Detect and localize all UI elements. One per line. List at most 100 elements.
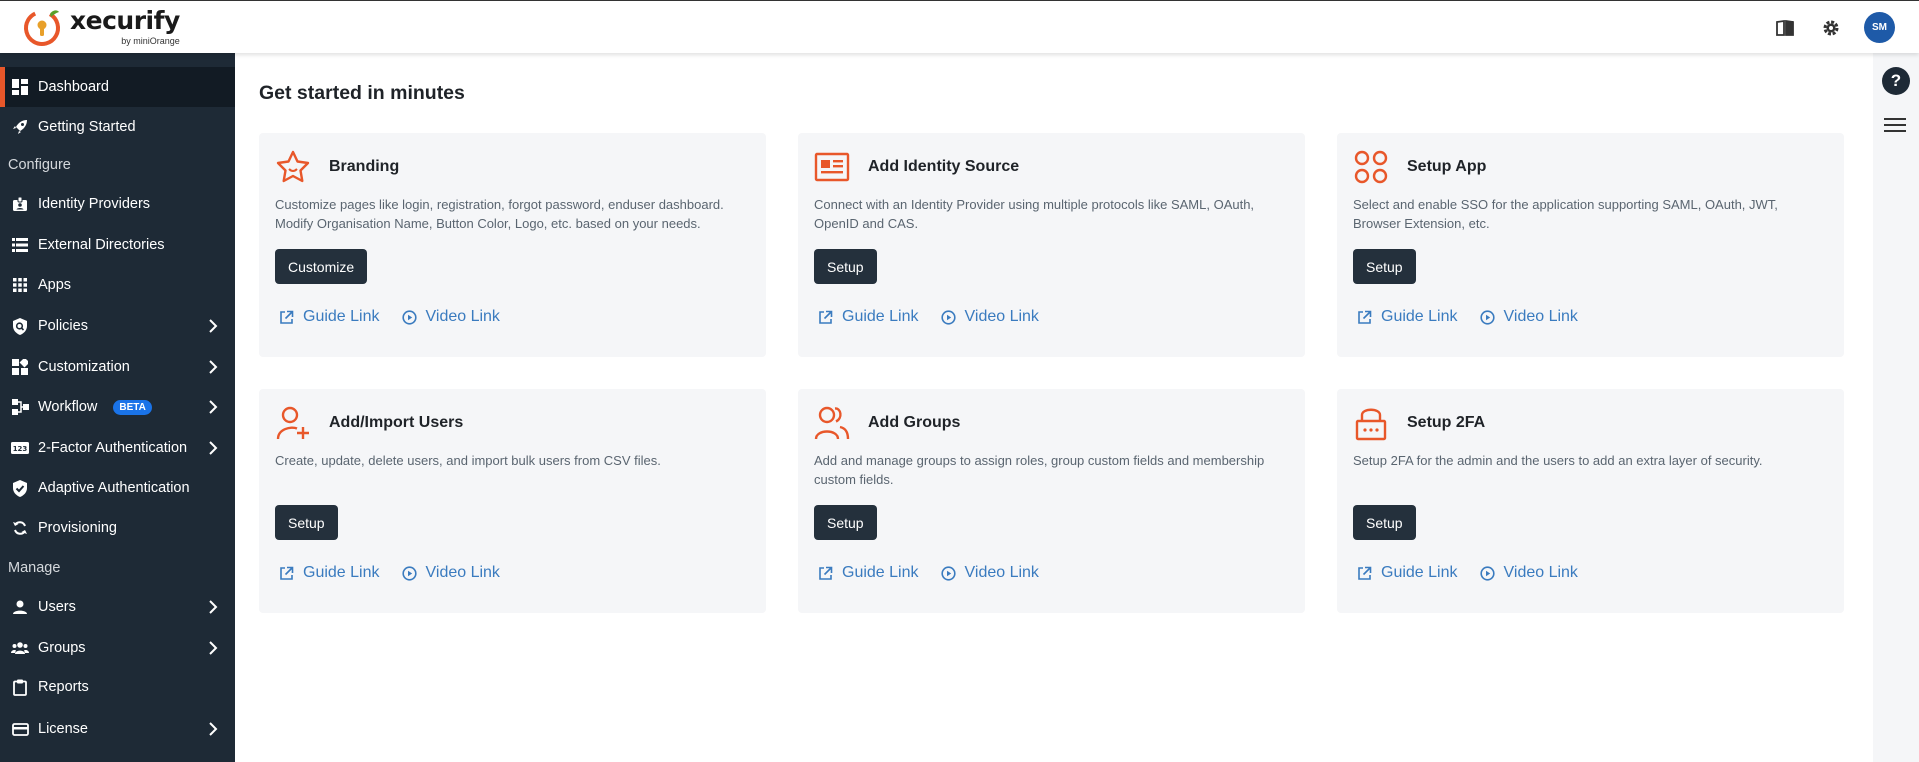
setup-button[interactable]: Setup bbox=[1353, 505, 1416, 540]
sidebar-item-label: Groups bbox=[38, 640, 86, 656]
user-avatar[interactable]: SM bbox=[1864, 12, 1895, 43]
video-link-label: Video Link bbox=[1503, 564, 1578, 581]
book-icon[interactable] bbox=[1772, 15, 1798, 41]
dashboard-icon bbox=[11, 78, 29, 96]
guide-link-label: Guide Link bbox=[1381, 564, 1458, 581]
chevron-right-icon bbox=[209, 400, 218, 414]
card-setup-2fa: Setup 2FA Setup 2FA for the admin and th… bbox=[1337, 389, 1844, 613]
sidebar-item-label: Identity Providers bbox=[38, 196, 151, 212]
play-circle-icon bbox=[401, 309, 417, 325]
help-button[interactable]: ? bbox=[1882, 67, 1910, 95]
section-manage: Manage bbox=[8, 560, 61, 576]
top-bar: xecurify by miniOrange SM bbox=[0, 0, 1919, 53]
id-card-icon bbox=[814, 152, 850, 182]
card-title: Branding bbox=[329, 158, 400, 175]
credit-card-icon bbox=[11, 720, 29, 738]
guide-link-label: Guide Link bbox=[1381, 308, 1458, 325]
xecurify-logo[interactable]: xecurify by miniOrange bbox=[22, 5, 180, 49]
video-link[interactable]: Video Link bbox=[940, 564, 1039, 582]
sidebar-item-label: Reports bbox=[38, 679, 89, 695]
guide-link[interactable]: Guide Link bbox=[1357, 308, 1458, 326]
video-link[interactable]: Video Link bbox=[401, 308, 500, 326]
video-link[interactable]: Video Link bbox=[1479, 308, 1578, 326]
setup-button[interactable]: Setup bbox=[275, 505, 338, 540]
card-description: Setup 2FA for the admin and the users to… bbox=[1353, 453, 1763, 468]
video-link-label: Video Link bbox=[425, 564, 500, 581]
play-circle-icon bbox=[1479, 565, 1495, 581]
guide-link-label: Guide Link bbox=[303, 308, 380, 325]
sidebar-item-2fa[interactable]: 123 2-Factor Authentication bbox=[0, 428, 235, 468]
guide-link-label: Guide Link bbox=[842, 564, 919, 581]
star-icon bbox=[276, 150, 310, 183]
play-circle-icon bbox=[940, 565, 956, 581]
sidebar-item-label: Policies bbox=[38, 318, 88, 334]
chevron-right-icon bbox=[209, 600, 218, 614]
sidebar-item-label: Apps bbox=[38, 277, 72, 293]
svg-text:123: 123 bbox=[13, 445, 28, 453]
card-title: Add Groups bbox=[868, 414, 961, 431]
hamburger-menu-icon[interactable] bbox=[1884, 117, 1906, 133]
id-badge-icon bbox=[11, 195, 29, 213]
guide-link[interactable]: Guide Link bbox=[818, 564, 919, 582]
sidebar-item-policies[interactable]: Policies bbox=[0, 306, 235, 346]
external-link-icon bbox=[819, 566, 833, 580]
sidebar-item-users[interactable]: Users bbox=[0, 587, 235, 627]
card-add-groups: Add Groups Add and manage groups to assi… bbox=[798, 389, 1305, 613]
sidebar-item-apps[interactable]: Apps bbox=[0, 265, 235, 305]
external-link-icon bbox=[819, 310, 833, 324]
setup-button[interactable]: Setup bbox=[1353, 249, 1416, 284]
app-setup-icon bbox=[1354, 150, 1388, 184]
customize-button[interactable]: Customize bbox=[275, 249, 368, 284]
guide-link[interactable]: Guide Link bbox=[1357, 564, 1458, 582]
beta-badge: BETA bbox=[113, 399, 152, 415]
sidebar: Dashboard Getting Started Configure Iden… bbox=[0, 53, 235, 762]
chevron-right-icon bbox=[209, 360, 218, 374]
apps-grid-icon bbox=[11, 276, 29, 294]
card-description: Select and enable SSO for the applicatio… bbox=[1353, 197, 1778, 231]
guide-link[interactable]: Guide Link bbox=[279, 308, 380, 326]
guide-link[interactable]: Guide Link bbox=[818, 308, 919, 326]
video-link-label: Video Link bbox=[1503, 308, 1578, 325]
sidebar-item-reports[interactable]: Reports bbox=[0, 667, 235, 707]
sidebar-item-external-directories[interactable]: External Directories bbox=[0, 225, 235, 265]
card-description: Create, update, delete users, and import… bbox=[275, 453, 661, 468]
right-rail bbox=[1873, 53, 1919, 762]
customization-icon bbox=[11, 358, 29, 376]
sidebar-item-identity-providers[interactable]: Identity Providers bbox=[0, 184, 235, 224]
sidebar-item-groups[interactable]: Groups bbox=[0, 628, 235, 668]
external-link-icon bbox=[1358, 566, 1372, 580]
2fa-icon: 123 bbox=[11, 439, 29, 457]
lock-icon bbox=[1355, 408, 1387, 441]
card-description: Customize pages like login, registration… bbox=[275, 197, 724, 231]
sidebar-item-dashboard[interactable]: Dashboard bbox=[0, 67, 235, 107]
sidebar-item-label: Provisioning bbox=[38, 520, 117, 536]
video-link-label: Video Link bbox=[425, 308, 500, 325]
card-setup-app: Setup App Select and enable SSO for the … bbox=[1337, 133, 1844, 357]
card-description: Add and manage groups to assign roles, g… bbox=[814, 453, 1265, 487]
list-icon bbox=[11, 236, 29, 254]
shield-check-icon bbox=[11, 479, 29, 497]
rocket-icon bbox=[11, 118, 29, 136]
video-link[interactable]: Video Link bbox=[940, 308, 1039, 326]
sidebar-item-label: 2-Factor Authentication bbox=[38, 440, 188, 456]
sidebar-item-label: Workflow bbox=[38, 399, 98, 415]
setup-button[interactable]: Setup bbox=[814, 505, 877, 540]
policy-shield-icon bbox=[11, 317, 29, 335]
guide-link[interactable]: Guide Link bbox=[279, 564, 380, 582]
page-title: Get started in minutes bbox=[259, 82, 465, 104]
card-title: Add Identity Source bbox=[868, 158, 1020, 175]
guide-link-label: Guide Link bbox=[303, 564, 380, 581]
sidebar-item-getting-started[interactable]: Getting Started bbox=[0, 107, 235, 147]
sidebar-item-license[interactable]: License bbox=[0, 709, 235, 749]
gear-icon[interactable] bbox=[1818, 15, 1844, 41]
setup-button[interactable]: Setup bbox=[814, 249, 877, 284]
video-link[interactable]: Video Link bbox=[1479, 564, 1578, 582]
chevron-right-icon bbox=[209, 319, 218, 333]
video-link[interactable]: Video Link bbox=[401, 564, 500, 582]
external-link-icon bbox=[1358, 310, 1372, 324]
sidebar-item-workflow[interactable]: Workflow BETA bbox=[0, 387, 235, 427]
sidebar-item-provisioning[interactable]: Provisioning bbox=[0, 508, 235, 548]
card-add-import-users: Add/Import Users Create, update, delete … bbox=[259, 389, 766, 613]
sidebar-item-customization[interactable]: Customization bbox=[0, 347, 235, 387]
sidebar-item-adaptive-authentication[interactable]: Adaptive Authentication bbox=[0, 468, 235, 508]
